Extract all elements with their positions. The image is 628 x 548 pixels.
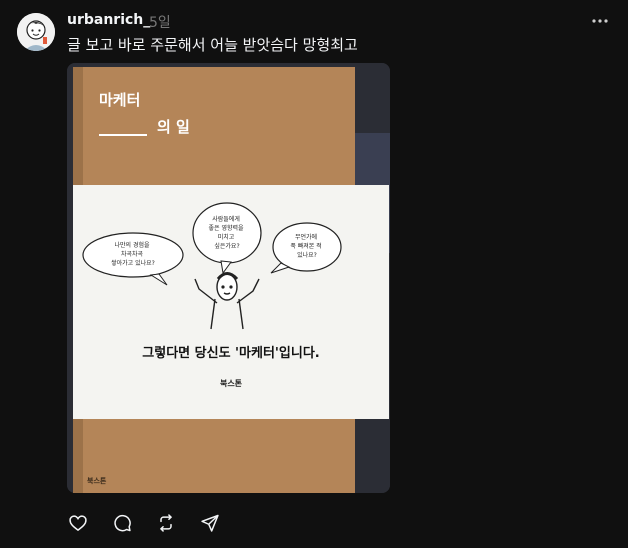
post-text: 글 보고 바로 주문해서 어늘 받앗슴다 망형최고 (67, 36, 358, 54)
book-title-line2: 의 일 (157, 118, 190, 136)
repost-icon[interactable] (155, 512, 177, 534)
bubble-right-line: 푹 빠져본 적 (290, 242, 321, 250)
post-image[interactable]: 마케터 의 일 나만의 경험을 차곡차곡 쌓아가고 있나요? 사람들에게 좋은 … (67, 63, 390, 493)
bubble-left-line: 나만의 경험을 (115, 241, 151, 249)
book-title-line1: 마케터 (99, 91, 140, 109)
avatar-illustration (17, 13, 55, 51)
thread-post: urbanrich_ 5일 글 보고 바로 주문해서 어늘 받앗슴다 망형최고 … (0, 0, 628, 548)
username[interactable]: urbanrich_ (67, 12, 150, 28)
comment-icon[interactable] (111, 512, 133, 534)
bubble-left-line: 쌓아가고 있나요? (111, 259, 155, 267)
bubble-center-line: 사람들에게 (212, 215, 240, 223)
bubble-right-line: 무언가에 (295, 233, 317, 241)
bubble-center (192, 202, 262, 264)
send-icon[interactable] (199, 512, 221, 534)
band-publisher: 북스톤 (220, 378, 243, 388)
heart-icon[interactable] (67, 512, 89, 534)
bubble-center-line: 좋은 영향력을 (209, 224, 245, 232)
post-time[interactable]: 5일 (149, 12, 171, 32)
band-slogan: 그렇다면 당신도 '마케터'입니다. (142, 345, 319, 361)
bubble-center-line: 싶은가요? (214, 242, 239, 250)
bubble-left-line: 차곡차곡 (121, 250, 144, 258)
more-dots-icon[interactable] (590, 11, 610, 31)
book-photo: 마케터 의 일 나만의 경험을 차곡차곡 쌓아가고 있나요? 사람들에게 좋은 … (67, 63, 390, 493)
cover-publisher: 북스톤 (87, 476, 107, 485)
avatar[interactable] (17, 13, 55, 51)
bubble-center-line: 미치고 (218, 233, 235, 241)
bubble-right-line: 있나요? (297, 251, 317, 259)
